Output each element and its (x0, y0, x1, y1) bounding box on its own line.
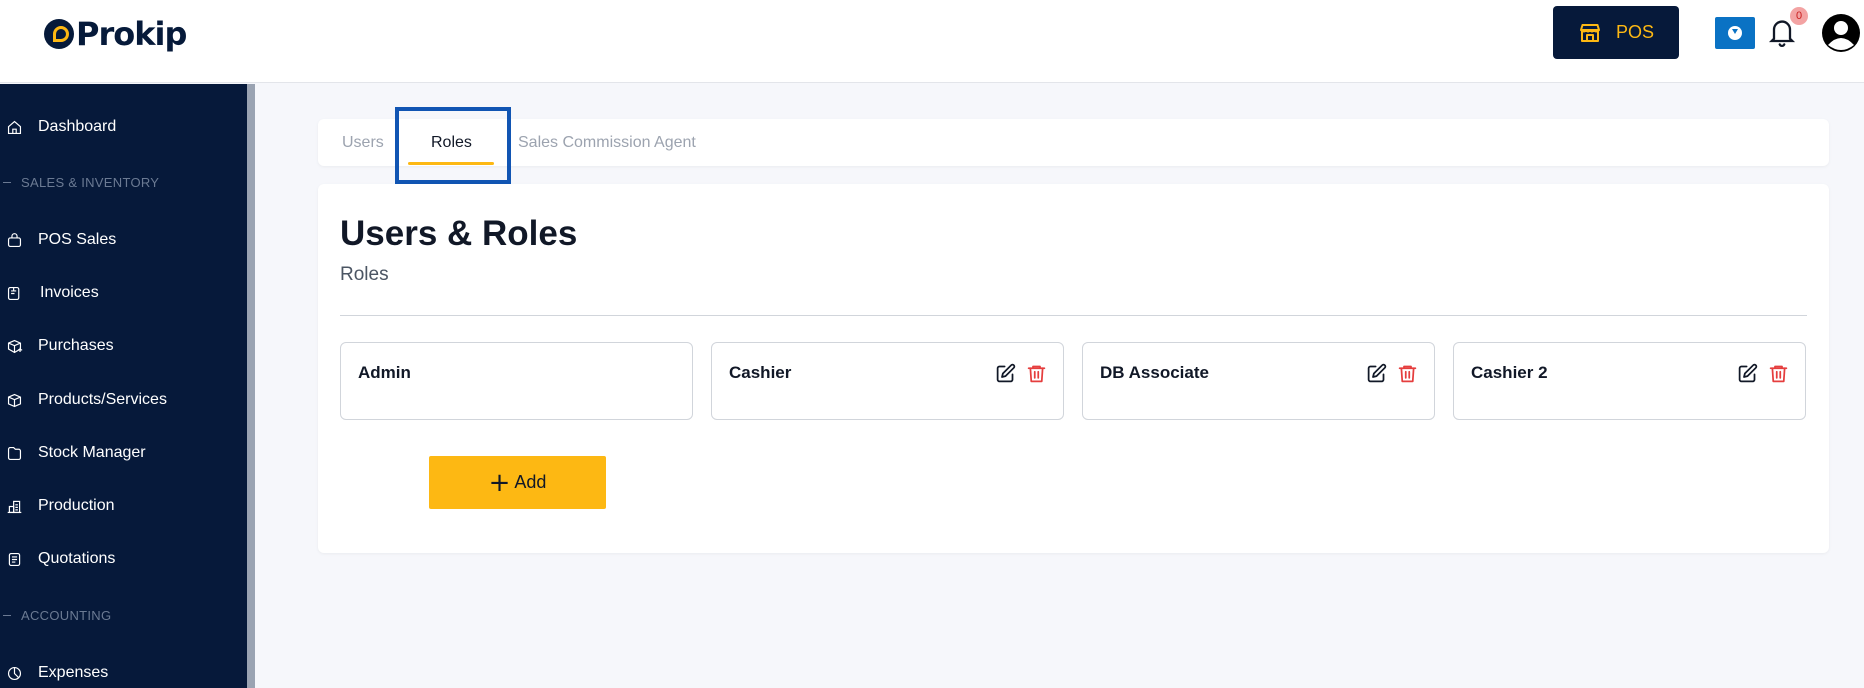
role-actions (1737, 363, 1789, 384)
logo-mark-icon (44, 19, 74, 49)
role-card-cashier-2[interactable]: Cashier 2 (1453, 342, 1806, 420)
store-icon (1579, 23, 1600, 42)
role-card-cashier[interactable]: Cashier (711, 342, 1064, 420)
role-actions (1366, 363, 1418, 384)
trash-icon[interactable] (1026, 363, 1047, 384)
sidebar-section-label: SALES & INVENTORY (21, 174, 160, 190)
edit-icon[interactable] (1366, 363, 1387, 384)
sidebar-item-label: Purchases (38, 337, 114, 354)
sidebar-section-sales-inventory: SALES & INVENTORY (0, 172, 247, 192)
sidebar-item-production[interactable]: Production (0, 486, 247, 526)
trash-icon[interactable] (1768, 363, 1789, 384)
sidebar-item-products-services[interactable]: Products/Services (0, 380, 247, 420)
sidebar-item-invoices[interactable]: Invoices (0, 273, 247, 313)
sidebar-item-dashboard[interactable]: Dashboard (0, 107, 247, 147)
role-name: Cashier 2 (1471, 363, 1548, 382)
role-name: Admin (358, 363, 411, 382)
top-header: Prokip POS 0 (0, 0, 1864, 83)
sidebar-item-label: Products/Services (38, 391, 167, 408)
roles-panel: Users & Roles Roles Admin Cashier DB Ass… (318, 184, 1829, 553)
tab-users[interactable]: Users (342, 119, 384, 166)
add-button-label: Add (514, 472, 547, 492)
sidebar-item-label: Production (38, 497, 115, 514)
pos-button-label: POS (1615, 22, 1654, 42)
divider (340, 315, 1807, 316)
brand-name: Prokip (76, 15, 187, 53)
role-actions (995, 363, 1047, 384)
tab-sales-commission-agent[interactable]: Sales Commission Agent (518, 119, 696, 166)
tab-highlight-box (395, 107, 511, 184)
sidebar-scrollbar[interactable] (247, 84, 255, 688)
shopping-bag-icon (7, 232, 22, 247)
edit-icon[interactable] (995, 363, 1016, 384)
role-name: Cashier (729, 363, 792, 382)
sidebar-item-label: Expenses (38, 664, 109, 681)
notification-badge: 0 (1790, 7, 1808, 25)
trash-icon[interactable] (1397, 363, 1418, 384)
download-app-button[interactable] (1715, 17, 1755, 49)
sidebar-section-accounting: ACCOUNTING (0, 605, 247, 625)
document-icon (8, 552, 21, 566)
sidebar-item-label: Quotations (38, 550, 116, 567)
tab-bar: Users Roles Sales Commission Agent (318, 119, 1829, 166)
plus-icon: + (488, 467, 511, 498)
sidebar-item-label: POS Sales (38, 231, 117, 248)
sidebar-item-pos-sales[interactable]: POS Sales (0, 220, 247, 260)
package-plus-icon (7, 339, 23, 353)
sidebar-item-label: Invoices (40, 284, 99, 301)
add-role-button[interactable]: + Add (429, 456, 606, 509)
invoice-icon (7, 286, 20, 300)
box-icon (7, 393, 22, 407)
pie-chart-icon (7, 666, 22, 680)
factory-icon (7, 500, 22, 513)
sidebar-item-purchases[interactable]: Purchases (0, 326, 247, 366)
role-name: DB Associate (1100, 363, 1209, 382)
edit-icon[interactable] (1737, 363, 1758, 384)
role-card-db-associate[interactable]: DB Associate (1082, 342, 1435, 420)
home-icon (7, 120, 22, 134)
folder-icon (7, 446, 22, 460)
prokip-logo[interactable]: Prokip (44, 14, 187, 54)
sidebar-section-label: ACCOUNTING (21, 607, 112, 623)
user-avatar-icon[interactable] (1821, 13, 1861, 53)
sidebar-item-stock-manager[interactable]: Stock Manager (0, 433, 247, 473)
sidebar-item-label: Dashboard (38, 118, 117, 135)
download-icon (1728, 26, 1742, 40)
sidebar-item-quotations[interactable]: Quotations (0, 539, 247, 579)
sidebar: Dashboard SALES & INVENTORY POS Sales In… (0, 84, 247, 688)
sidebar-item-label: Stock Manager (38, 444, 146, 461)
pos-button[interactable]: POS (1553, 6, 1679, 59)
page-title: Users & Roles (340, 214, 578, 253)
sidebar-item-expenses[interactable]: Expenses (0, 653, 247, 688)
page-subtitle: Roles (340, 264, 389, 285)
role-card-admin[interactable]: Admin (340, 342, 693, 420)
